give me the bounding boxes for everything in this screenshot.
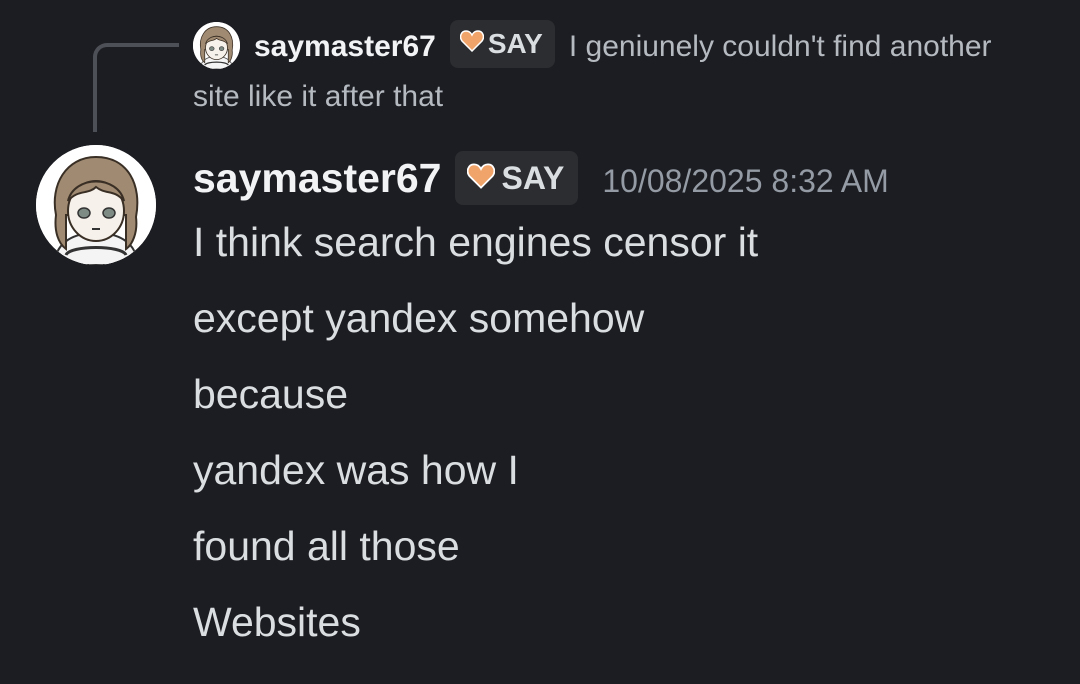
reply-connector-line [93,43,179,132]
message-header: saymaster67 SAY 10/08/2025 8:32 AM [193,148,889,208]
guild-tag-label: SAY [501,160,565,196]
avatar-image-icon [36,145,156,265]
message-timestamp[interactable]: 10/08/2025 8:32 AM [602,163,888,200]
message-line[interactable]: yandex was how I [193,442,758,518]
heart-icon [467,151,496,205]
message-line[interactable]: found all those [193,518,758,594]
reply-preview[interactable]: saymaster67 SAY I geniunely couldn't find … [193,19,1033,122]
message-author[interactable]: saymaster67 [193,155,441,202]
author-avatar[interactable] [36,145,156,265]
avatar-image-icon [193,21,240,69]
heart-icon [459,19,484,67]
message-line[interactable]: Websites [193,594,758,670]
message-line[interactable]: I think search engines censor it [193,214,758,290]
message-line[interactable]: except yandex somehow [193,290,758,366]
message-line[interactable]: because [193,366,758,442]
reply-author[interactable]: saymaster67 [254,30,436,63]
message-content: I think search engines censor it except … [193,214,758,670]
reply-guild-tag[interactable]: SAY [449,19,555,69]
reply-avatar[interactable] [193,21,240,69]
reply-tag-label: SAY [487,28,543,60]
guild-tag[interactable]: SAY [455,151,579,205]
